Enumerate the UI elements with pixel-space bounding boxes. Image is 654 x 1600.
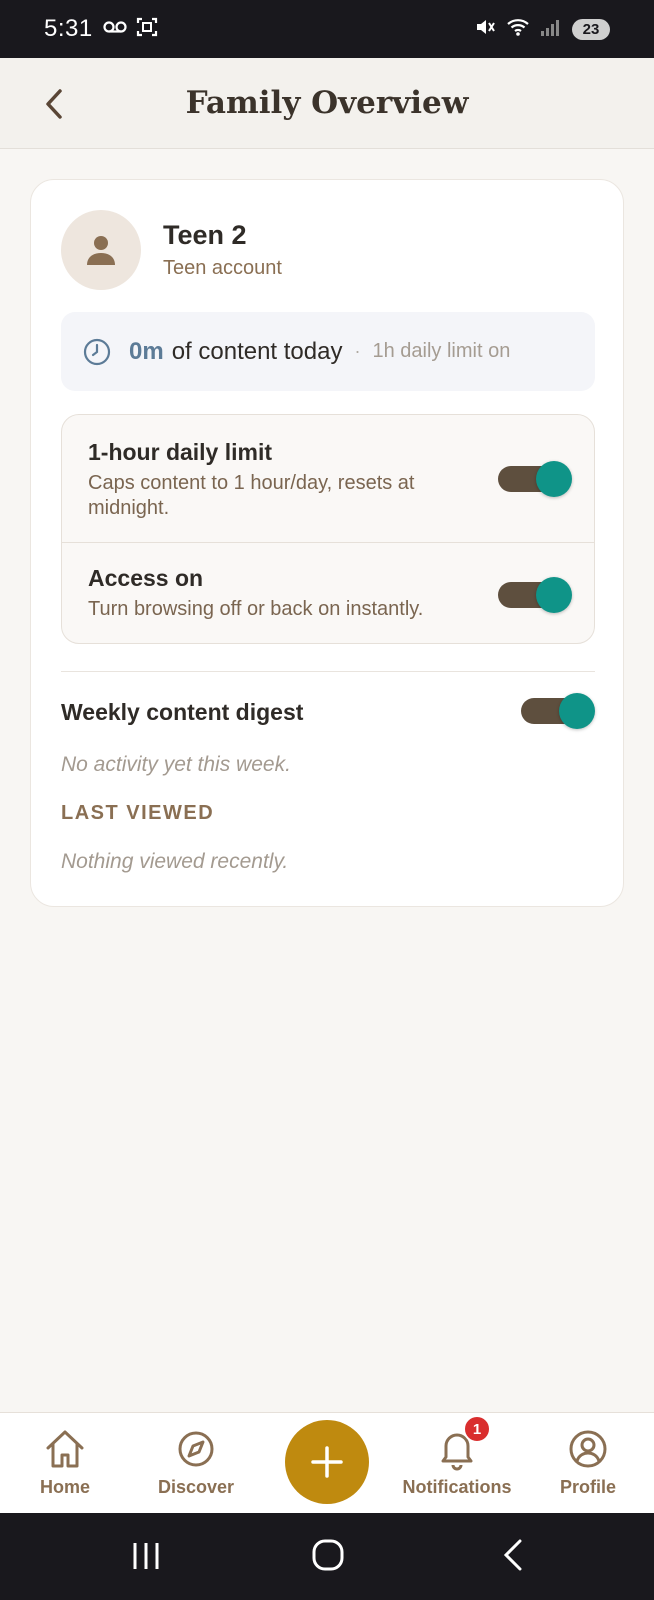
status-bar: 5:31 23 xyxy=(0,0,654,58)
nav-label: Notifications xyxy=(402,1477,512,1497)
setting-access: Access on Turn browsing off or back on i… xyxy=(62,543,594,643)
nav-label: Profile xyxy=(559,1477,616,1497)
nav-discover[interactable]: Discover xyxy=(131,1427,261,1498)
voicemail-icon xyxy=(103,20,127,39)
nav-profile[interactable]: Profile xyxy=(523,1427,653,1498)
weekly-digest-toggle[interactable] xyxy=(521,691,595,731)
home-system-button[interactable] xyxy=(310,1537,346,1578)
usage-limit-text: 1h daily limit on xyxy=(372,340,511,362)
back-system-button[interactable] xyxy=(498,1537,528,1578)
app-header: Family Overview xyxy=(0,58,654,149)
access-toggle[interactable] xyxy=(498,575,572,615)
account-type: Teen account xyxy=(163,257,282,279)
usage-separator: · xyxy=(354,341,361,361)
mute-icon xyxy=(474,16,496,43)
settings-group: 1-hour daily limit Caps content to 1 hou… xyxy=(61,414,595,644)
nav-label: Discover xyxy=(157,1477,235,1497)
profile-name: Teen 2 xyxy=(163,220,247,250)
status-time: 5:31 xyxy=(44,15,93,42)
notification-badge: 1 xyxy=(463,1415,491,1443)
signal-icon xyxy=(540,17,562,42)
person-icon xyxy=(87,236,115,265)
profile-row: Teen 2 Teen account xyxy=(61,210,282,290)
usage-summary: 0m of content today · 1h daily limit on xyxy=(61,312,595,391)
daily-limit-toggle[interactable] xyxy=(498,459,572,499)
recents-button[interactable] xyxy=(130,1537,162,1578)
plus-icon xyxy=(311,1446,343,1478)
usage-text: of content today xyxy=(171,337,343,365)
setting-description: Caps content to 1 hour/day, resets at mi… xyxy=(88,472,415,519)
user-circle-icon xyxy=(566,1427,610,1471)
nav-label: Home xyxy=(39,1477,90,1497)
bell-icon: 1 xyxy=(435,1415,491,1471)
divider xyxy=(61,671,595,672)
digest-title: Weekly content digest xyxy=(61,699,304,725)
setting-description: Turn browsing off or back on instantly. xyxy=(88,598,424,620)
wifi-icon xyxy=(506,17,530,42)
nav-home[interactable]: Home xyxy=(0,1427,130,1498)
back-button[interactable] xyxy=(36,84,72,124)
last-viewed-empty-text: Nothing viewed recently. xyxy=(61,850,289,873)
setting-title: Access on xyxy=(88,565,204,591)
setting-title: 1-hour daily limit xyxy=(88,439,273,465)
clock-icon xyxy=(83,338,111,365)
bottom-nav: Home Discover 1 Notifications Profile xyxy=(0,1412,654,1513)
home-icon xyxy=(43,1427,87,1471)
add-button[interactable] xyxy=(285,1420,369,1504)
setting-daily-limit: 1-hour daily limit Caps content to 1 hou… xyxy=(62,415,594,543)
nav-notifications[interactable]: 1 Notifications xyxy=(392,1415,522,1498)
system-nav-bar xyxy=(0,1513,654,1600)
battery-indicator: 23 xyxy=(572,18,610,40)
screenshot-icon xyxy=(135,15,159,44)
last-viewed-heading: LAST VIEWED xyxy=(61,802,215,824)
chevron-left-icon xyxy=(46,89,62,119)
digest-empty-text: No activity yet this week. xyxy=(61,753,291,776)
usage-amount: 0m xyxy=(129,337,164,365)
family-member-card: Teen 2 Teen account 0m of content today … xyxy=(30,179,624,907)
avatar xyxy=(61,210,141,290)
compass-icon xyxy=(174,1427,218,1471)
page-title: Family Overview xyxy=(185,85,469,121)
